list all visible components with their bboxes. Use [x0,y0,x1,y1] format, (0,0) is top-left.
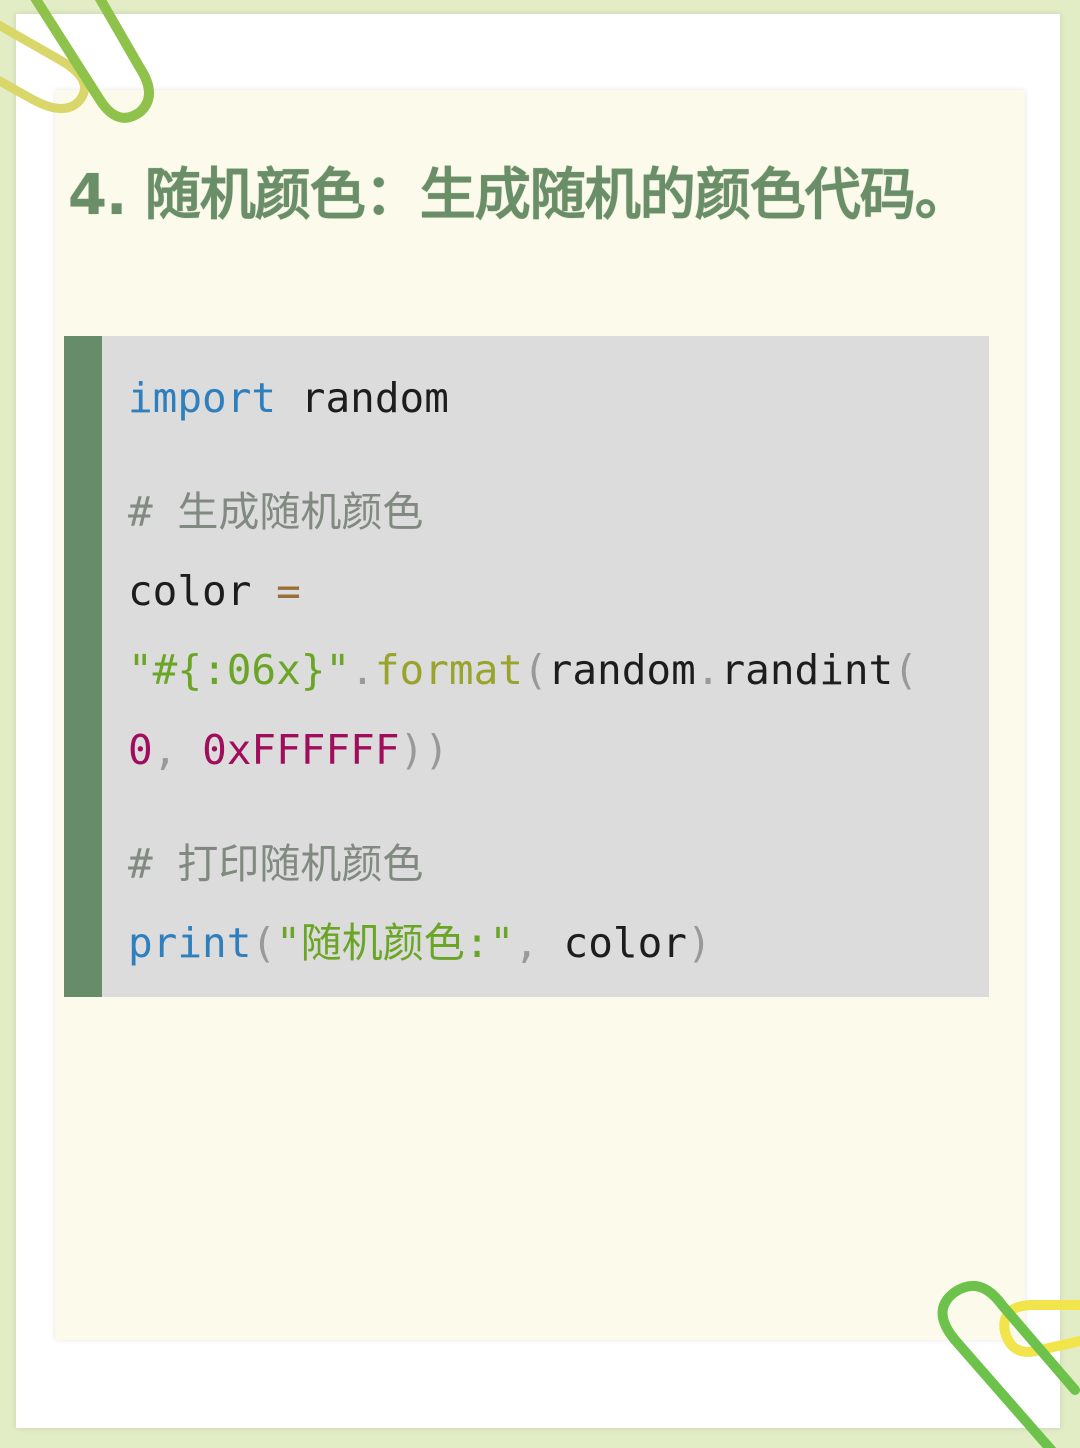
paren: ) [686,919,712,967]
code-line-comment-print: # 打印随机颜色 [128,840,423,888]
code-line-args: 0, 0xFFFFFF)) [128,726,449,774]
random-module: random [547,646,696,694]
paperclip-icon [937,1280,1080,1448]
code-line-format: "#{:06x}".format(random.randint( [128,646,918,694]
code-line-comment-generate: # 生成随机颜色 [128,488,423,536]
keyword-print: print [128,919,252,967]
paren: ( [251,919,277,967]
format-string: "#{:06x}" [128,646,351,694]
format-method: format [374,646,523,694]
paren: )) [399,726,449,774]
variable-color: color [128,567,277,615]
randint-function: randint [720,646,894,694]
print-string: "随机颜色:" [276,919,515,967]
comment-print: # 打印随机颜色 [128,840,424,888]
page-title: 4. 随机颜色：生成随机的颜色代码。 [68,163,971,228]
code-line-import: import random [128,374,449,422]
code-line-print: print("随机颜色:", color) [128,919,712,967]
code-block: import random # 生成随机颜色 color = "#{:06x}"… [64,336,989,997]
keyword-import: import [128,374,277,422]
variable-color: color [563,919,687,967]
paperclip-icon [0,0,154,123]
paren: ( [522,646,548,694]
comma: , [152,726,203,774]
comma: , [514,919,564,967]
dot: . [350,646,375,694]
paren: ( [893,646,918,694]
code-accent-bar [64,336,102,997]
number-zero: 0 [128,726,153,774]
comment-generate: # 生成随机颜色 [128,488,424,536]
module-name: random [276,374,449,422]
dot: . [695,646,721,694]
assign-operator: = [276,567,301,615]
number-hex: 0xFFFFFF [202,726,400,774]
code-line-assign: color = [128,567,301,615]
